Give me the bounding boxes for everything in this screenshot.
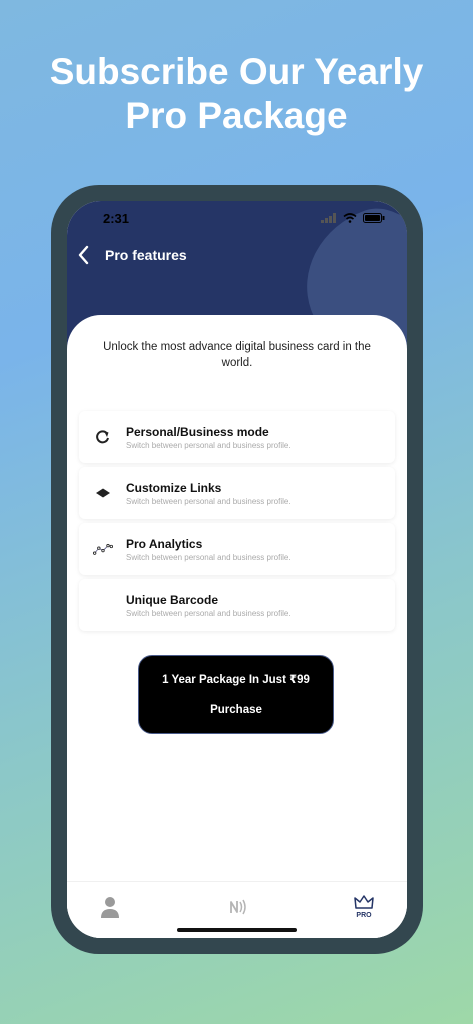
feature-title: Personal/Business mode	[126, 425, 269, 439]
headline-line-1: Subscribe Our Yearly	[49, 51, 424, 92]
subtitle: Unlock the most advance digital business…	[103, 341, 371, 369]
status-time: 2:31	[103, 211, 130, 226]
wifi-icon	[343, 213, 357, 223]
nfc-icon	[230, 899, 246, 915]
feature-item-unique-barcode[interactable]: Unique Barcode Switch between personal a…	[79, 579, 395, 631]
feature-desc: Switch between personal and business pro…	[126, 553, 291, 562]
diamond-icon	[96, 488, 110, 498]
feature-title: Customize Links	[126, 481, 222, 495]
tab-nfc[interactable]	[222, 892, 252, 922]
phone-screen: 2:31 Pro features Unlock the most advanc…	[67, 201, 407, 938]
feature-desc: Switch between personal and business pro…	[126, 441, 291, 450]
crown-icon	[354, 895, 374, 909]
status-bar: 2:31	[67, 211, 407, 231]
refresh-icon	[96, 430, 109, 444]
chevron-left-icon	[78, 245, 89, 265]
user-icon	[101, 897, 119, 918]
purchase-label: Purchase	[210, 704, 262, 716]
phone-frame: 2:31 Pro features Unlock the most advanc…	[51, 185, 423, 954]
pro-label: PRO	[356, 912, 372, 919]
purchase-button[interactable]: 1 Year Package In Just ₹99 Purchase	[138, 655, 334, 734]
status-icons	[321, 213, 385, 223]
tab-pro[interactable]: PRO	[349, 892, 379, 922]
feature-list: Personal/Business mode Switch between pe…	[79, 411, 395, 635]
analytics-icon	[93, 544, 113, 555]
battery-icon	[363, 213, 385, 223]
feature-desc: Switch between personal and business pro…	[126, 609, 291, 618]
home-indicator	[177, 928, 297, 932]
feature-title: Pro Analytics	[126, 537, 203, 551]
feature-item-pro-analytics[interactable]: Pro Analytics Switch between personal an…	[79, 523, 395, 575]
headline-line-2: Pro Package	[125, 95, 348, 136]
back-button[interactable]	[73, 239, 97, 271]
feature-item-personal-business-mode[interactable]: Personal/Business mode Switch between pe…	[79, 411, 395, 463]
nav-bar: Pro features	[67, 239, 407, 271]
content-card: Unlock the most advance digital business…	[67, 315, 407, 938]
tab-profile[interactable]	[95, 892, 125, 922]
feature-item-customize-links[interactable]: Customize Links Switch between personal …	[79, 467, 395, 519]
nav-title: Pro features	[105, 247, 187, 263]
feature-desc: Switch between personal and business pro…	[126, 497, 291, 506]
feature-title: Unique Barcode	[126, 593, 219, 607]
signal-icon	[321, 213, 336, 223]
headline: Subscribe Our Yearly Pro Package	[0, 50, 473, 138]
purchase-price-label: 1 Year Package In Just ₹99	[162, 674, 310, 686]
